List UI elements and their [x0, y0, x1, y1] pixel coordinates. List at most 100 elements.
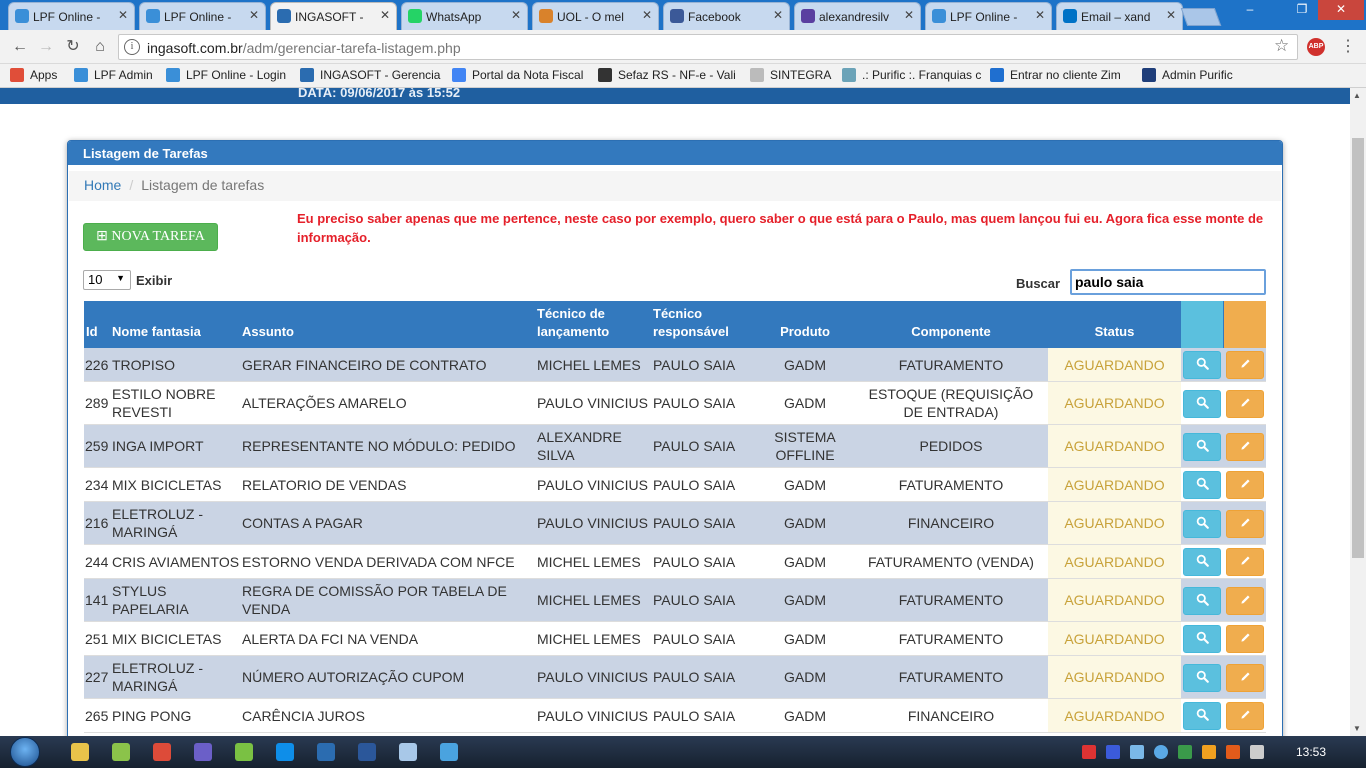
taskbar-app-chrome[interactable] [144, 739, 180, 765]
tab-6[interactable]: alexandresilv ✕ [794, 2, 921, 30]
taskbar-app-tool[interactable] [431, 739, 467, 765]
new-task-button[interactable]: ⊞ NOVA TAREFA [83, 223, 218, 251]
close-tab-icon[interactable]: ✕ [1166, 8, 1176, 22]
taskbar-app-green-app[interactable] [226, 739, 262, 765]
bookmark-star-icon[interactable]: ☆ [1274, 36, 1289, 56]
tab-3[interactable]: WhatsApp ✕ [401, 2, 528, 30]
tab-7[interactable]: LPF Online - ✕ [925, 2, 1052, 30]
home-icon[interactable]: ⌂ [90, 37, 110, 57]
tray-icon-3[interactable] [1130, 745, 1144, 759]
scroll-up-icon[interactable]: ▲ [1353, 91, 1361, 100]
pencil-icon [1239, 439, 1252, 455]
edit-button[interactable] [1226, 625, 1264, 653]
close-tab-icon[interactable]: ✕ [118, 8, 128, 22]
taskbar-app-remote[interactable] [185, 739, 221, 765]
start-button[interactable] [6, 736, 46, 768]
header-id[interactable]: Id [86, 323, 98, 341]
header-nome-fantasia[interactable]: Nome fantasia [112, 323, 201, 341]
close-tab-icon[interactable]: ✕ [904, 8, 914, 22]
info-icon[interactable]: i [124, 39, 140, 55]
edit-button[interactable] [1226, 510, 1264, 538]
edit-button[interactable] [1226, 548, 1264, 576]
taskbar-app-contacts[interactable] [103, 739, 139, 765]
view-button[interactable] [1183, 625, 1221, 653]
taskbar-app-teamviewer[interactable] [267, 739, 303, 765]
maximize-button[interactable]: ❐ [1288, 0, 1316, 20]
view-button[interactable] [1183, 433, 1221, 461]
bookmark-1[interactable]: LPF Admin [74, 68, 153, 82]
edit-button[interactable] [1226, 351, 1264, 379]
view-button[interactable] [1183, 587, 1221, 615]
close-tab-icon[interactable]: ✕ [380, 8, 390, 22]
view-button[interactable] [1183, 510, 1221, 538]
view-button[interactable] [1183, 390, 1221, 418]
address-bar[interactable]: i ingasoft.com.br/adm/gerenciar-tarefa-l… [118, 34, 1298, 60]
view-button[interactable] [1183, 548, 1221, 576]
edit-button[interactable] [1226, 664, 1264, 692]
close-tab-icon[interactable]: ✕ [511, 8, 521, 22]
bookmark-0[interactable]: Apps [10, 68, 57, 82]
tab-4[interactable]: UOL - O mel ✕ [532, 2, 659, 30]
header-componente[interactable]: Componente [858, 323, 1044, 341]
bookmark-9[interactable]: Admin Purific [1142, 68, 1233, 82]
bookmark-4[interactable]: Portal da Nota Fiscal [452, 68, 583, 82]
header-assunto[interactable]: Assunto [242, 323, 294, 341]
header-tecnico-lancamento[interactable]: Técnico de lançamento [537, 305, 632, 341]
tab-2[interactable]: INGASOFT - ✕ [270, 2, 397, 30]
taskbar-app-word[interactable] [349, 739, 385, 765]
cell-tecnico-lancamento: PAULO VINICIUS [537, 669, 648, 685]
scroll-down-icon[interactable]: ▼ [1353, 724, 1361, 733]
header-tecnico-responsavel[interactable]: Técnico responsável [653, 305, 743, 341]
bookmark-2[interactable]: LPF Online - Login [166, 68, 286, 82]
taskbar-app-ingasoft[interactable] [308, 739, 344, 765]
close-tab-icon[interactable]: ✕ [642, 8, 652, 22]
search-input[interactable] [1070, 269, 1266, 295]
back-icon[interactable]: ← [10, 37, 30, 57]
bookmark-5[interactable]: Sefaz RS - NF-e - Vali [598, 68, 736, 82]
tab-0[interactable]: LPF Online - ✕ [8, 2, 135, 30]
reload-icon[interactable]: ↻ [63, 37, 83, 57]
close-tab-icon[interactable]: ✕ [773, 8, 783, 22]
tray-icon-4[interactable] [1154, 745, 1168, 759]
taskbar-app-explorer[interactable] [62, 739, 98, 765]
tray-icon-2[interactable] [1106, 745, 1120, 759]
edit-button[interactable] [1226, 471, 1264, 499]
header-produto[interactable]: Produto [755, 323, 855, 341]
edit-button[interactable] [1226, 390, 1264, 418]
tray-icon-1[interactable] [1082, 745, 1096, 759]
tray-icon-7[interactable] [1226, 745, 1240, 759]
close-tab-icon[interactable]: ✕ [1035, 8, 1045, 22]
edit-button[interactable] [1226, 702, 1264, 730]
forward-icon[interactable]: → [36, 37, 56, 57]
bookmark-8[interactable]: Entrar no cliente Zim [990, 68, 1121, 82]
volume-icon[interactable] [1250, 745, 1264, 759]
menu-dots-icon[interactable]: ⋮ [1340, 36, 1356, 56]
cell-componente: FATURAMENTO [898, 669, 1004, 685]
bookmark-6[interactable]: SINTEGRA [750, 68, 831, 82]
close-tab-icon[interactable]: ✕ [249, 8, 259, 22]
taskbar-app-notepad[interactable] [390, 739, 426, 765]
view-button[interactable] [1183, 664, 1221, 692]
close-window-button[interactable]: ✕ [1318, 0, 1364, 20]
adblock-plus-icon[interactable]: ABP [1307, 38, 1325, 56]
edit-button[interactable] [1226, 433, 1264, 461]
tab-8[interactable]: Email – xand ✕ [1056, 2, 1183, 30]
view-button[interactable] [1183, 351, 1221, 379]
page-length-select[interactable]: 10 ▼ [83, 270, 131, 290]
view-button[interactable] [1183, 702, 1221, 730]
edit-button[interactable] [1226, 587, 1264, 615]
vertical-scrollbar[interactable]: ▲ ▼ [1350, 88, 1366, 736]
bookmark-7[interactable]: .: Purific :. Franquias c [842, 68, 981, 82]
minimize-button[interactable]: – [1236, 0, 1264, 20]
view-button[interactable] [1183, 471, 1221, 499]
header-status[interactable]: Status [1048, 323, 1181, 341]
tab-5[interactable]: Facebook ✕ [663, 2, 790, 30]
tab-1[interactable]: LPF Online - ✕ [139, 2, 266, 30]
tray-icon-5[interactable] [1178, 745, 1192, 759]
new-tab-button[interactable] [1180, 8, 1222, 26]
breadcrumb-home-link[interactable]: Home [84, 177, 121, 193]
tray-icon-6[interactable] [1202, 745, 1216, 759]
clock[interactable]: 13:53 [1296, 745, 1326, 759]
scroll-thumb[interactable] [1352, 138, 1364, 558]
bookmark-3[interactable]: INGASOFT - Gerencia [300, 68, 440, 82]
